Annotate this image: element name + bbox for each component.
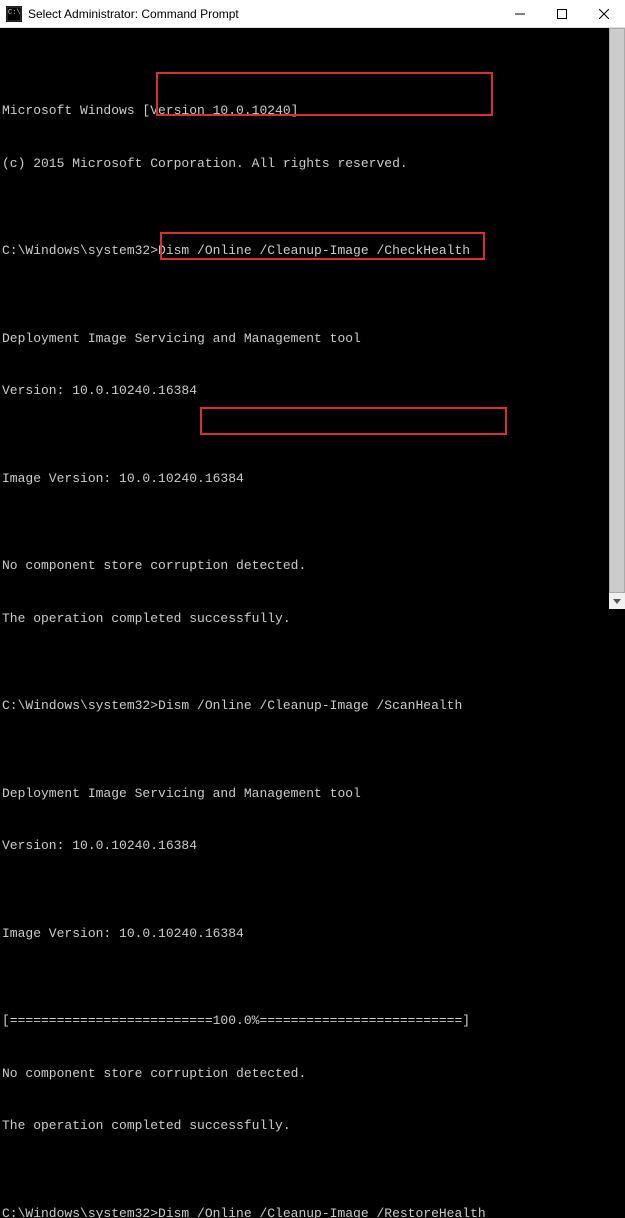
- progress-line: [==========================100.0%=======…: [2, 1012, 623, 1030]
- output-line: No component store corruption detected.: [2, 557, 623, 575]
- scroll-thumb[interactable]: [609, 28, 625, 593]
- output-line: Microsoft Windows [Version 10.0.10240]: [2, 102, 623, 120]
- scroll-down-button[interactable]: [609, 593, 625, 609]
- terminal-wrap: Microsoft Windows [Version 10.0.10240] (…: [0, 28, 625, 609]
- cmd-icon: C:\: [6, 6, 22, 22]
- output-line: Version: 10.0.10240.16384: [2, 382, 623, 400]
- output-line: The operation completed successfully.: [2, 1117, 623, 1135]
- output-line: Deployment Image Servicing and Managemen…: [2, 330, 623, 348]
- command-line: C:\Windows\system32>Dism /Online /Cleanu…: [2, 242, 623, 260]
- output-line: Deployment Image Servicing and Managemen…: [2, 785, 623, 803]
- close-button[interactable]: [583, 0, 625, 27]
- scrollbar[interactable]: [609, 28, 625, 609]
- terminal-content: Microsoft Windows [Version 10.0.10240] (…: [2, 67, 623, 1218]
- command-line: C:\Windows\system32>Dism /Online /Cleanu…: [2, 1205, 623, 1218]
- output-line: Version: 10.0.10240.16384: [2, 837, 623, 855]
- terminal[interactable]: Microsoft Windows [Version 10.0.10240] (…: [0, 28, 625, 1218]
- output-line: Image Version: 10.0.10240.16384: [2, 925, 623, 943]
- annotation-highlight: [200, 407, 507, 435]
- output-line: The operation completed successfully.: [2, 610, 623, 628]
- output-line: Image Version: 10.0.10240.16384: [2, 470, 623, 488]
- command-line: C:\Windows\system32>Dism /Online /Cleanu…: [2, 697, 623, 715]
- output-line: (c) 2015 Microsoft Corporation. All righ…: [2, 155, 623, 173]
- svg-text:C:\: C:\: [8, 9, 21, 17]
- window-controls: [499, 0, 625, 27]
- output-line: No component store corruption detected.: [2, 1065, 623, 1083]
- titlebar[interactable]: C:\ Select Administrator: Command Prompt: [0, 0, 625, 28]
- maximize-button[interactable]: [541, 0, 583, 27]
- window-title: Select Administrator: Command Prompt: [28, 7, 499, 21]
- minimize-button[interactable]: [499, 0, 541, 27]
